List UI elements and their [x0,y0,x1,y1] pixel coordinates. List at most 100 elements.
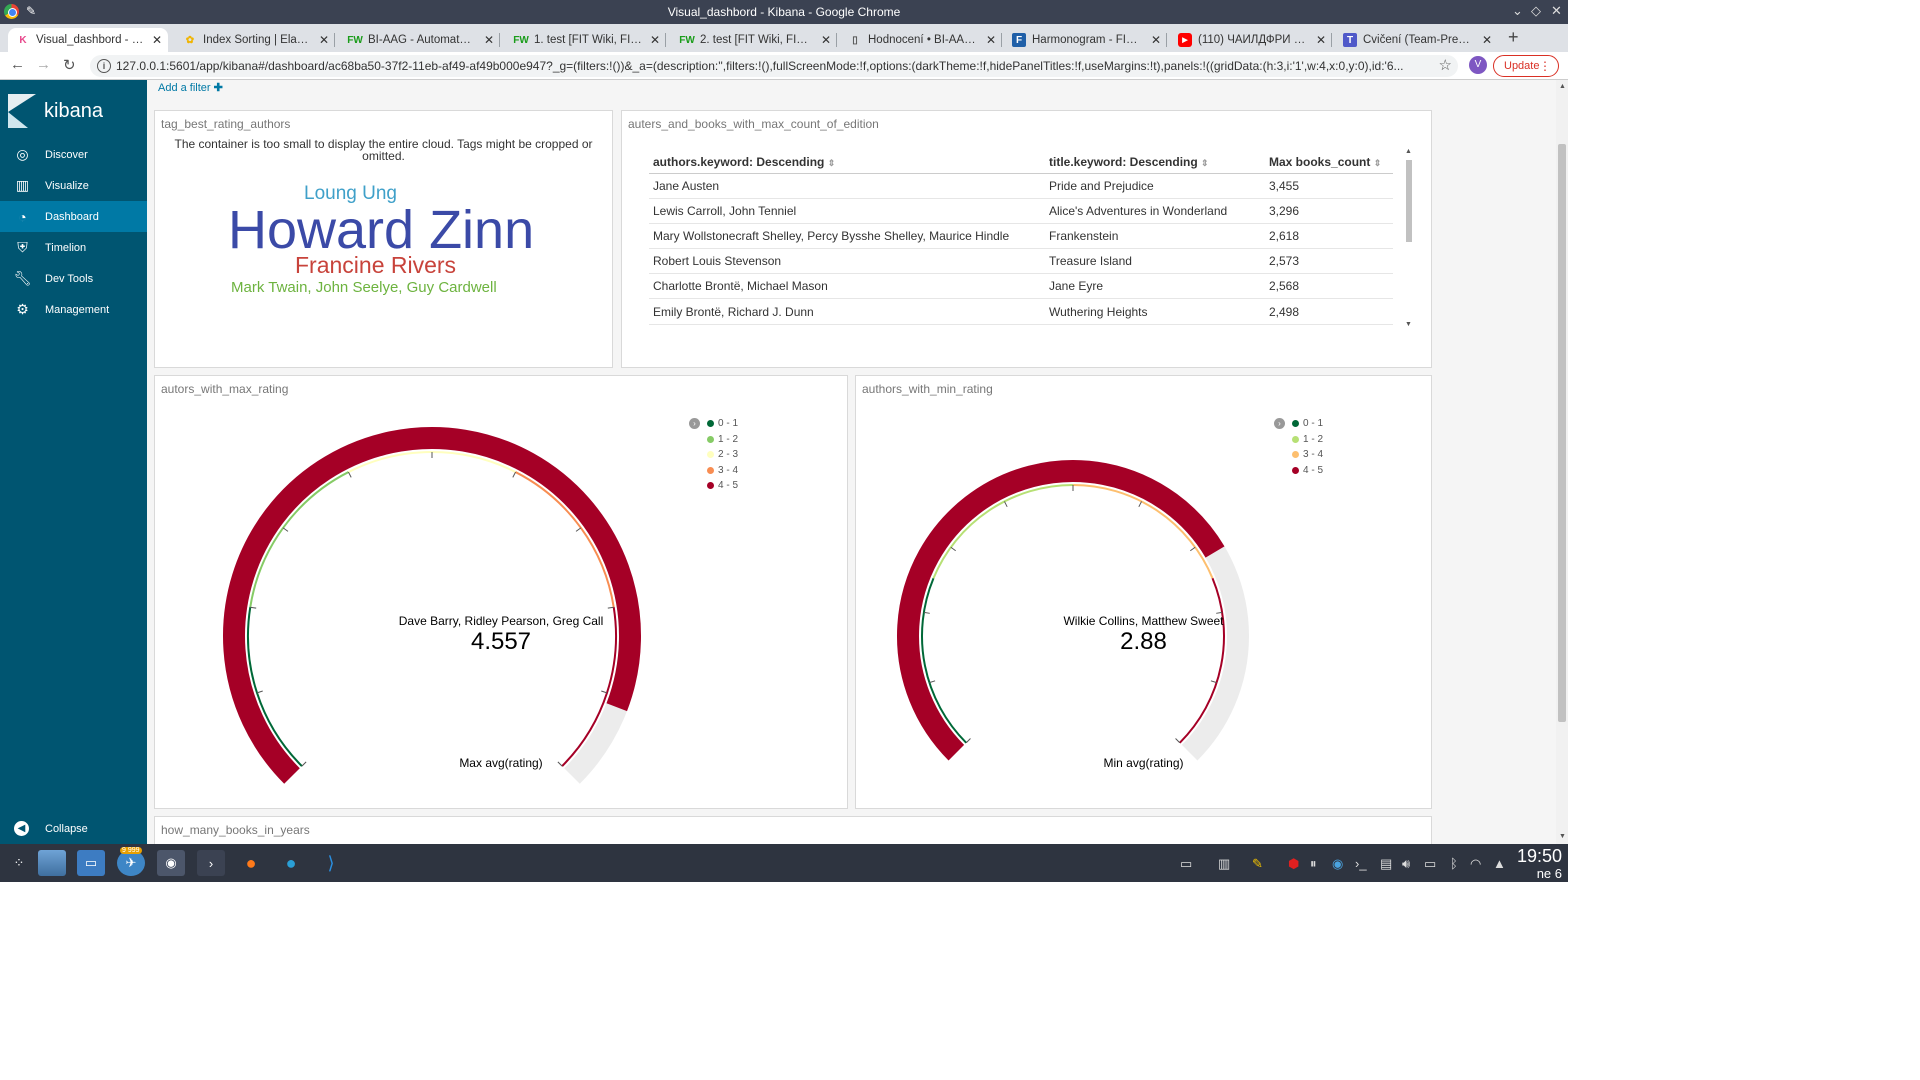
window-icon[interactable]: ▭ [1180,856,1192,872]
sidebar-item-dashboard[interactable]: ◔ Dashboard [0,201,147,232]
scroll-thumb[interactable] [1406,160,1412,242]
tab-youtube[interactable]: ▶ (110) ЧАЙЛДФРИ или ✕ [1170,28,1332,52]
chrome-tray-icon[interactable]: ◉ [1332,856,1343,872]
clock[interactable]: 19:50 ne 6 [1510,847,1562,882]
desktop-icon[interactable] [38,850,66,876]
column-header[interactable]: Max books_count ⇕ [1265,151,1393,174]
wifi-icon[interactable]: ◠ [1470,856,1481,872]
close-tab-icon[interactable]: ✕ [1151,33,1161,47]
tab-label: Index Sorting | Elastics [203,34,311,46]
tab-fw-test1[interactable]: FW 1. test [FIT Wiki, FIT sob ✕ [506,28,666,52]
gauge-min-panel: authors_with_min_rating › 0 - 11 - 23 - … [855,375,1432,809]
update-tray-icon[interactable]: ⬢ [1288,856,1299,872]
reload-icon[interactable]: ↻ [63,56,76,74]
column-header[interactable]: authors.keyword: Descending ⇕ [649,151,1045,174]
sidebar-item-discover[interactable]: ◎ Discover [0,139,147,170]
terminal-icon[interactable]: › [197,850,225,876]
table-cell[interactable]: Frankenstein [1045,223,1265,250]
table-cell[interactable]: Lewis Carroll, John Tenniel [649,198,1045,224]
table-cell[interactable]: 2,573 [1265,248,1393,275]
gauge-tick [575,527,582,532]
bookmark-star-icon[interactable]: ☆ [1439,55,1452,77]
tab-hodnoceni[interactable]: ▯ Hodnocení • BI-AAG • F ✕ [840,28,1002,52]
files-icon[interactable]: ▥ [1218,856,1230,872]
close-tab-icon[interactable]: ✕ [1316,33,1326,47]
table-cell[interactable]: 2,568 [1265,273,1393,300]
close-tab-icon[interactable]: ✕ [986,33,996,47]
url-field[interactable]: i 127.0.0.1:5601/app/kibana#/dashboard/a… [90,55,1458,77]
tray-expand-icon[interactable]: ▲ [1493,856,1506,871]
firefox-icon[interactable]: ● [237,850,265,876]
table-cell[interactable]: 2,498 [1265,298,1393,325]
close-tab-icon[interactable]: ✕ [821,33,831,47]
table-row: Emily Brontë, Richard J. Dunn Wuthering H… [649,298,1393,325]
table-scrollbar[interactable]: ▲ ▼ [1405,148,1413,329]
forward-icon[interactable]: → [36,56,51,73]
pause-icon[interactable]: ⏸ [1310,856,1317,872]
minimize-icon[interactable]: ⌄ [1512,3,1523,19]
add-filter-link[interactable]: Add a filter ✚ [158,81,223,94]
table-cell[interactable]: Jane Austen [649,173,1045,199]
scroll-thumb[interactable] [1558,144,1566,722]
new-tab-icon[interactable]: + [1508,27,1519,48]
volume-icon[interactable]: 🔊︎ [1402,856,1410,872]
scroll-down-icon[interactable]: ▼ [1405,321,1412,328]
file-manager-icon[interactable]: ▭ [77,850,105,876]
notes-icon[interactable]: ✎ [1252,856,1263,872]
tab-fw-test2[interactable]: FW 2. test [FIT Wiki, FIT sob ✕ [672,28,837,52]
table-cell[interactable]: 3,296 [1265,198,1393,224]
update-button[interactable]: Update ⋮ [1493,55,1559,77]
sidebar-item-visualize[interactable]: ▥ Visualize [0,170,147,201]
tab-harmonogram[interactable]: F Harmonogram - FIT ČV ✕ [1004,28,1167,52]
sidebar-collapse[interactable]: ◀ Collapse [0,813,147,844]
tag-item[interactable]: Mark Twain, John Seelye, Guy Cardwell [231,279,497,296]
terminal-tray-icon[interactable]: ›_ [1355,856,1367,871]
sidebar-item-timelion[interactable]: ⛨ Timelion [0,232,147,263]
table-cell[interactable]: Emily Brontë, Richard J. Dunn [649,298,1045,325]
table-cell[interactable]: Charlotte Brontë, Michael Mason [649,273,1045,300]
table-cell[interactable]: Jane Eyre [1045,273,1265,300]
sort-icon: ⇕ [1201,157,1209,168]
tab-teams[interactable]: T Cvičení (Team-Predmet ✕ [1335,28,1498,52]
close-tab-icon[interactable]: ✕ [319,33,329,47]
table-cell[interactable]: Wuthering Heights [1045,298,1265,325]
tab-kibana[interactable]: K Visual_dashbord - Kiban ✕ [8,28,168,52]
kibana-logo[interactable]: kibana [8,93,103,129]
vscode-icon[interactable]: ⟩ [317,850,345,876]
profile-avatar[interactable]: V [1469,56,1487,74]
bluetooth-icon[interactable]: ᛒ [1450,856,1458,871]
table-cell[interactable]: Robert Louis Stevenson [649,248,1045,275]
battery-icon[interactable]: ▭ [1424,856,1436,872]
close-tab-icon[interactable]: ✕ [1482,33,1492,47]
scroll-up-icon[interactable]: ▲ [1405,148,1412,155]
tab-fw-aag[interactable]: FW BI-AAG - Automaty a gr ✕ [340,28,500,52]
table-cell[interactable]: Alice's Adventures in Wonderland [1045,198,1265,224]
close-window-icon[interactable]: ✕ [1551,3,1562,19]
close-tab-icon[interactable]: ✕ [650,33,660,47]
table-cell[interactable]: Pride and Prejudice [1045,173,1265,199]
info-icon[interactable]: i [97,59,111,73]
table-cell[interactable]: 3,455 [1265,173,1393,199]
close-tab-icon[interactable]: ✕ [152,33,162,47]
scroll-down-icon[interactable]: ▼ [1559,833,1566,840]
column-header[interactable]: title.keyword: Descending ⇕ [1045,151,1265,174]
sidebar-item-label: Timelion [45,241,87,254]
page-scrollbar[interactable]: ▲ ▼ [1556,80,1568,844]
table-cell[interactable]: Mary Wollstonecraft Shelley, Percy Byssh… [649,223,1045,250]
tag-item[interactable]: Francine Rivers [295,252,456,279]
app-launcher-icon[interactable]: ⁘ [5,850,33,876]
table-cell[interactable]: 2,618 [1265,223,1393,250]
maximize-icon[interactable]: ◇ [1531,3,1541,19]
mail-icon[interactable]: 9 999 ✈ [117,847,145,876]
browser-icon[interactable]: ● [277,850,305,876]
chrome-taskbar-icon[interactable]: ◉ [157,850,185,876]
tab-elastic[interactable]: ✿ Index Sorting | Elastics ✕ [175,28,335,52]
table-cell[interactable]: Treasure Island [1045,248,1265,275]
close-tab-icon[interactable]: ✕ [484,33,494,47]
sidebar-item-management[interactable]: ⚙ Management [0,294,147,325]
collapse-icon: ◀ [14,821,29,836]
scroll-up-icon[interactable]: ▲ [1559,83,1566,90]
sidebar-item-devtools[interactable]: 🔧︎ Dev Tools [0,263,147,294]
clipboard-icon[interactable]: ▤ [1380,856,1392,872]
back-icon[interactable]: ← [10,56,25,73]
